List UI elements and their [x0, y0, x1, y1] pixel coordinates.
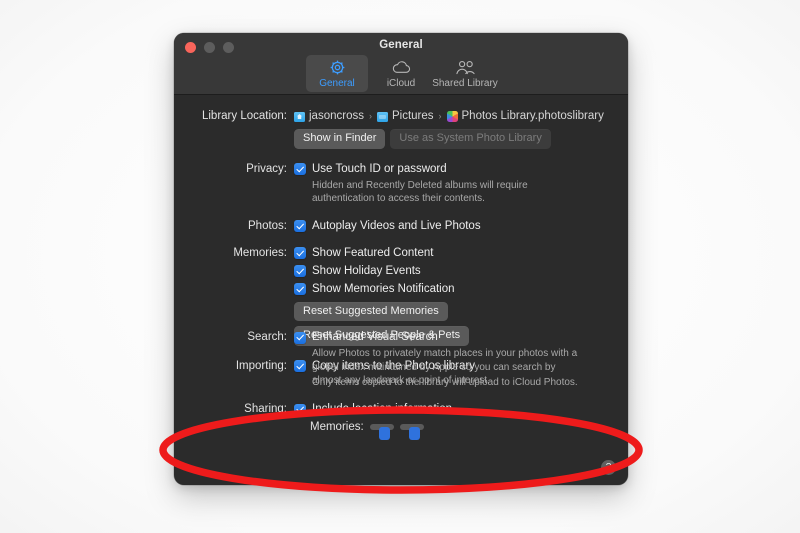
touch-id-checkbox-label: Use Touch ID or password — [312, 162, 447, 175]
touch-id-checkbox-line: Use Touch ID or password — [294, 162, 612, 177]
show-holiday-events-checkbox[interactable] — [294, 265, 306, 277]
people-icon — [455, 58, 476, 77]
sharing-label: Sharing: — [244, 403, 287, 415]
sharing-memories-popup-1[interactable]: ⌃ — [369, 423, 394, 439]
privacy-field: Use Touch ID or password Hidden and Rece… — [294, 162, 612, 206]
privacy-help-text: Hidden and Recently Deleted albums will … — [312, 179, 528, 205]
show-holiday-events-label: Show Holiday Events — [312, 264, 421, 277]
photos-label: Photos: — [248, 219, 287, 232]
settings-content: Library Location: jasoncross › Pictures … — [174, 95, 628, 485]
search-help-text: Allow Photos to privately match places i… — [312, 348, 578, 386]
breadcrumb-pictures-label: Pictures — [391, 110, 434, 122]
include-location-checkbox-label: Include location information — [312, 403, 452, 415]
enhanced-visual-search-checkbox[interactable] — [294, 331, 306, 344]
tab-shared-library-label: Shared Library — [432, 78, 498, 89]
search-field: Enhanced Visual Search Allow Photos to p… — [294, 330, 612, 388]
tab-shared-library[interactable]: Shared Library — [432, 55, 498, 92]
gear-icon — [329, 58, 346, 77]
breadcrumb-user-label: jasoncross — [309, 110, 364, 122]
show-memories-notification-label: Show Memories Notification — [312, 282, 455, 295]
use-as-system-photo-library-button: Use as System Photo Library — [390, 129, 551, 149]
memories-label: Memories: — [233, 246, 287, 259]
breadcrumb-item-library[interactable]: Photos Library.photoslibrary — [446, 109, 604, 124]
sharing-field: Include location information Memories: ⌃… — [294, 402, 612, 439]
library-location-row: Library Location: jasoncross › Pictures … — [190, 109, 612, 149]
photos-row: Photos: Autoplay Videos and Live Photos — [190, 219, 612, 237]
autoplay-checkbox-label: Autoplay Videos and Live Photos — [312, 219, 481, 232]
reset-suggested-memories-button[interactable]: Reset Suggested Memories — [294, 301, 448, 321]
sharing-memories-popup-2[interactable]: ⌃ — [399, 423, 424, 439]
photos-app-icon — [446, 111, 458, 122]
library-location-label: Library Location: — [201, 110, 287, 122]
library-location-buttons: Show in Finder Use as System Photo Libra… — [294, 129, 612, 149]
enhanced-visual-search-label: Enhanced Visual Search — [312, 331, 438, 343]
breadcrumb: jasoncross › Pictures › Photos Library.p… — [294, 109, 612, 124]
photos-settings-window: General General iCloud Shared Library Li… — [174, 33, 628, 485]
sharing-row: Sharing: Include location information Me… — [190, 402, 612, 439]
window-title: General — [379, 39, 423, 51]
include-location-checkbox-line: Include location information — [294, 402, 612, 417]
photos-field: Autoplay Videos and Live Photos — [294, 219, 612, 237]
help-button[interactable]: ? — [601, 460, 616, 475]
show-in-finder-button[interactable]: Show in Finder — [294, 129, 386, 149]
autoplay-checkbox[interactable] — [294, 220, 306, 232]
breadcrumb-library-label: Photos Library.photoslibrary — [461, 110, 604, 122]
settings-toolbar-tabs: General iCloud Shared Library — [174, 55, 628, 92]
touch-id-checkbox[interactable] — [294, 163, 306, 175]
breadcrumb-item-pictures[interactable]: Pictures — [376, 109, 434, 124]
tab-general[interactable]: General — [306, 55, 368, 92]
search-section: Search: Enhanced Visual Search Allow Pho… — [190, 330, 612, 388]
enhanced-visual-search-checkbox-line: Enhanced Visual Search — [294, 330, 612, 345]
tab-general-label: General — [319, 78, 355, 89]
tab-icloud[interactable]: iCloud — [370, 55, 432, 92]
chevron-up-down-icon-2: ⌃ — [411, 428, 418, 436]
include-location-checkbox[interactable] — [294, 403, 306, 416]
breadcrumb-separator-1: › — [368, 111, 372, 121]
privacy-row: Privacy: Use Touch ID or password Hidden… — [190, 162, 612, 206]
show-featured-content-label: Show Featured Content — [312, 246, 434, 259]
library-location-field: jasoncross › Pictures › Photos Library.p… — [294, 109, 612, 149]
holiday-events-checkbox-line: Show Holiday Events — [294, 264, 612, 279]
folder-icon — [376, 111, 388, 122]
show-featured-content-checkbox[interactable] — [294, 247, 306, 259]
show-memories-notification-checkbox[interactable] — [294, 283, 306, 295]
sharing-memories-label: Memories: — [310, 421, 364, 433]
memories-notification-checkbox-line: Show Memories Notification — [294, 282, 612, 297]
search-row: Search: Enhanced Visual Search Allow Pho… — [190, 330, 612, 388]
chevron-up-down-icon: ⌃ — [381, 428, 388, 436]
featured-content-checkbox-line: Show Featured Content — [294, 246, 612, 261]
search-label: Search: — [247, 331, 287, 343]
window-titlebar: General General iCloud Shared Library — [174, 33, 628, 95]
tab-icloud-label: iCloud — [386, 78, 416, 89]
home-folder-icon — [294, 111, 305, 122]
autoplay-checkbox-line: Autoplay Videos and Live Photos — [294, 219, 612, 234]
breadcrumb-item-user[interactable]: jasoncross — [294, 109, 364, 124]
sharing-memories-subrow: Memories: ⌃ ⌃ — [310, 421, 612, 439]
breadcrumb-separator-2: › — [438, 111, 442, 121]
cloud-icon — [392, 58, 411, 77]
privacy-label: Privacy: — [246, 162, 287, 175]
